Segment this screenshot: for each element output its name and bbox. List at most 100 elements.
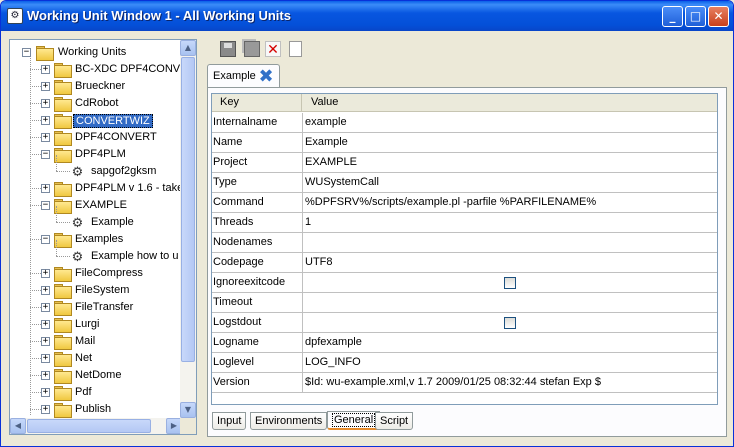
delete-icon[interactable]: ✕ xyxy=(265,41,281,58)
table-row[interactable]: Command %DPFSRV%/scripts/example.pl -parf… xyxy=(212,193,717,213)
expand-icon[interactable]: + xyxy=(41,337,50,346)
cell-value[interactable]: Example xyxy=(304,133,717,152)
tree-folder[interactable]: + NetDome xyxy=(10,367,182,384)
table-row[interactable]: Threads 1 xyxy=(212,213,717,233)
cell-value[interactable] xyxy=(304,233,717,252)
tree-folder[interactable]: − EXAMPLE xyxy=(10,197,182,214)
tree-folder[interactable]: + FileTransfer xyxy=(10,299,182,316)
minimize-button[interactable]: _ xyxy=(662,6,683,27)
column-header-key[interactable]: Key xyxy=(212,94,302,112)
table-row[interactable]: Ignoreexitcode xyxy=(212,273,717,293)
expand-icon[interactable]: + xyxy=(41,65,50,74)
tree-leaf[interactable]: ⚙ Example how to u xyxy=(10,240,182,265)
tree-connector xyxy=(56,222,70,223)
table-row[interactable]: Nodenames xyxy=(212,233,717,253)
cell-checkbox[interactable] xyxy=(304,313,717,332)
close-button[interactable]: ✕ xyxy=(708,6,729,27)
cell-value[interactable]: $Id: wu-example.xml,v 1.7 2009/01/25 08:… xyxy=(304,373,717,392)
working-units-tree[interactable]: − Working Units + BC-XDC DPF4CONVERT + Brueck… xyxy=(9,39,197,435)
cell-key: Codepage xyxy=(212,253,303,272)
collapse-icon[interactable]: − xyxy=(22,48,31,57)
tree-folder[interactable]: + CdRobot xyxy=(10,95,182,112)
save-all-icon[interactable] xyxy=(244,41,260,57)
tree-folder[interactable]: + DPF4CONVERT xyxy=(10,129,182,146)
cell-value[interactable] xyxy=(304,293,717,312)
expand-icon[interactable]: + xyxy=(41,388,50,397)
tree-connector xyxy=(30,205,41,206)
cell-value[interactable]: 1 xyxy=(304,213,717,232)
tree-horizontal-scrollbar[interactable]: ◀ ▶ xyxy=(10,418,182,434)
expand-icon[interactable]: + xyxy=(41,371,50,380)
tree-leaf[interactable]: ⚙ Example xyxy=(10,206,182,231)
cell-value[interactable]: example xyxy=(304,113,717,132)
expand-icon[interactable]: + xyxy=(41,286,50,295)
tree-folder[interactable]: + BC-XDC DPF4CONVERT xyxy=(10,61,182,78)
split-pane-divider[interactable] xyxy=(199,39,205,435)
tree-folder[interactable]: + Lurgi xyxy=(10,316,182,333)
cell-value[interactable]: EXAMPLE xyxy=(304,153,717,172)
tree-folder[interactable]: + DPF4PLM v 1.6 - take xyxy=(10,180,182,197)
expand-icon[interactable]: + xyxy=(41,133,50,142)
checkbox[interactable] xyxy=(504,277,516,289)
scroll-thumb-horizontal[interactable] xyxy=(27,419,151,433)
expand-icon[interactable]: + xyxy=(41,405,50,414)
tree-folder[interactable]: + Pdf xyxy=(10,384,182,401)
expand-icon[interactable]: + xyxy=(41,184,50,193)
tree-folder[interactable]: + CONVERTWIZ xyxy=(10,112,182,129)
tab-general[interactable]: General xyxy=(327,411,381,430)
table-row[interactable]: Codepage UTF8 xyxy=(212,253,717,273)
checkbox[interactable] xyxy=(504,317,516,329)
app-gear-icon[interactable]: ⚙ xyxy=(7,8,23,24)
column-header-value[interactable]: Value xyxy=(303,94,717,112)
maximize-button[interactable]: □ xyxy=(685,6,706,27)
cell-value[interactable]: UTF8 xyxy=(304,253,717,272)
tab-environments[interactable]: Environments xyxy=(250,412,328,430)
tree-vertical-scrollbar[interactable]: ▲ ▼ xyxy=(180,40,196,418)
table-row[interactable]: Timeout xyxy=(212,293,717,313)
tree-folder[interactable]: − Examples xyxy=(10,231,182,248)
table-row[interactable]: Internalname example xyxy=(212,113,717,133)
expand-icon[interactable]: + xyxy=(41,303,50,312)
cell-checkbox[interactable] xyxy=(304,273,717,292)
scroll-up-icon[interactable]: ▲ xyxy=(180,40,196,56)
collapse-icon[interactable]: − xyxy=(41,235,50,244)
expand-icon[interactable]: + xyxy=(41,99,50,108)
scroll-thumb-vertical[interactable] xyxy=(181,57,195,362)
table-row[interactable]: Loglevel LOG_INFO xyxy=(212,353,717,373)
scroll-left-icon[interactable]: ◀ xyxy=(10,418,26,434)
table-row[interactable]: Project EXAMPLE xyxy=(212,153,717,173)
new-document-icon[interactable] xyxy=(289,41,302,57)
table-row[interactable]: Type WUSystemCall xyxy=(212,173,717,193)
tree-folder[interactable]: + Brueckner xyxy=(10,78,182,95)
tree-folder[interactable]: + Net xyxy=(10,350,182,367)
tree-root[interactable]: − Working Units xyxy=(10,44,182,61)
expand-icon[interactable]: + xyxy=(41,320,50,329)
save-icon[interactable] xyxy=(220,41,236,57)
expand-icon[interactable]: + xyxy=(41,82,50,91)
tree-folder[interactable]: + Mail xyxy=(10,333,182,350)
cell-value[interactable]: %DPFSRV%/scripts/example.pl -parfile %PA… xyxy=(304,193,717,212)
tree-folder[interactable]: + FileCompress xyxy=(10,265,182,282)
table-row[interactable]: Logname dpfexample xyxy=(212,333,717,353)
title-bar[interactable]: ⚙ Working Unit Window 1 - All Working Un… xyxy=(1,1,733,31)
collapse-icon[interactable]: − xyxy=(41,150,50,159)
cell-value[interactable]: dpfexample xyxy=(304,333,717,352)
cell-value[interactable]: WUSystemCall xyxy=(304,173,717,192)
tab-input[interactable]: Input xyxy=(212,412,247,430)
expand-icon[interactable]: + xyxy=(41,116,50,125)
scroll-down-icon[interactable]: ▼ xyxy=(180,402,196,418)
collapse-icon[interactable]: − xyxy=(41,201,50,210)
close-tab-icon[interactable]: ✖ xyxy=(257,68,275,86)
tree-folder[interactable]: + FileSystem xyxy=(10,282,182,299)
table-row[interactable]: Name Example xyxy=(212,133,717,153)
cell-value[interactable]: LOG_INFO xyxy=(304,353,717,372)
tree-leaf[interactable]: ⚙ sapgof2gksm xyxy=(10,155,182,180)
expand-icon[interactable]: + xyxy=(41,354,50,363)
table-row[interactable]: Logstdout xyxy=(212,313,717,333)
tab-example[interactable]: Example ✖ xyxy=(207,64,280,88)
table-row[interactable]: Version $Id: wu-example.xml,v 1.7 2009/01… xyxy=(212,373,717,393)
tree-folder[interactable]: + Publish xyxy=(10,401,182,418)
expand-icon[interactable]: + xyxy=(41,269,50,278)
tab-script[interactable]: Script xyxy=(375,412,414,430)
tree-folder[interactable]: − DPF4PLM xyxy=(10,146,182,163)
